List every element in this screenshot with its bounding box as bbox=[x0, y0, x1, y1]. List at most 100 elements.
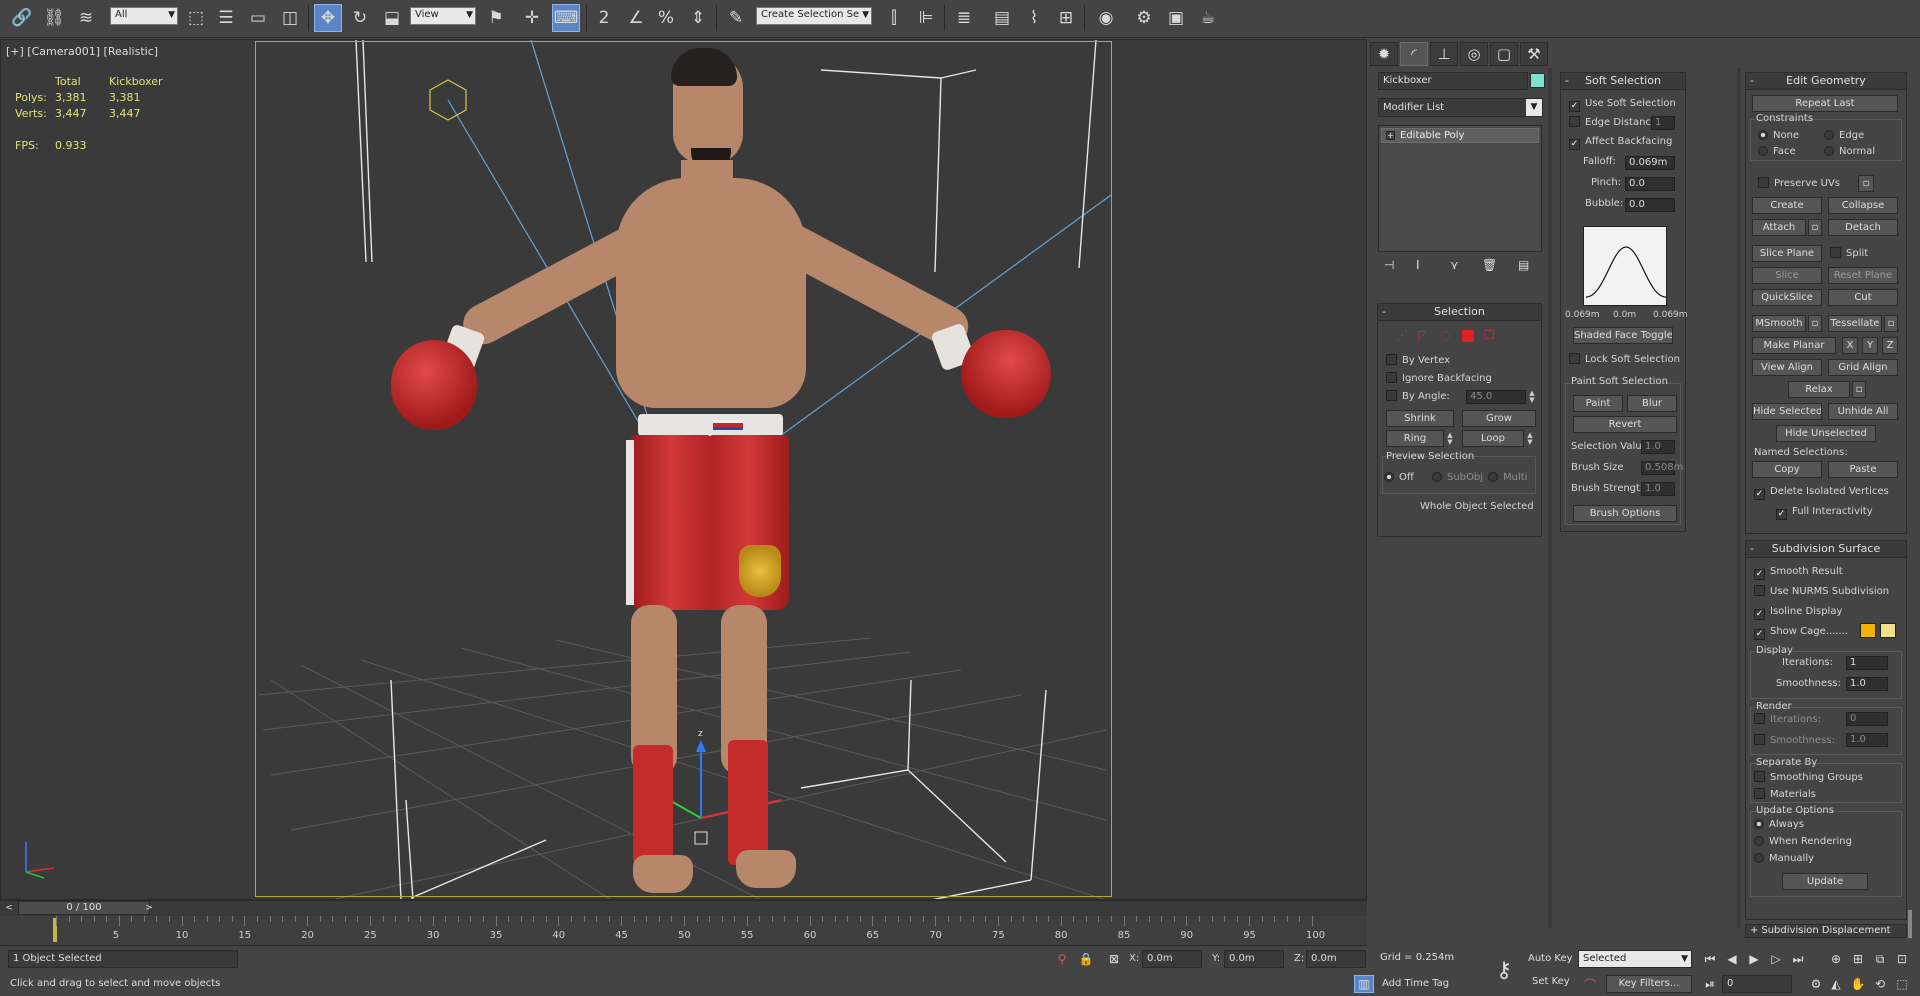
create-tab-icon[interactable]: ✹ bbox=[1370, 42, 1398, 66]
modifier-stack-list[interactable]: + Editable Poly bbox=[1378, 125, 1542, 252]
shaded-face-toggle-button[interactable]: Shaded Face Toggle bbox=[1573, 327, 1673, 344]
selection-rollout-header[interactable]: - Selection bbox=[1378, 304, 1541, 321]
key-mode-dropdown[interactable]: Selected ▼ bbox=[1578, 950, 1692, 968]
modifier-list-dropdown[interactable]: Modifier List ▼ bbox=[1378, 98, 1543, 117]
by-vertex-checkbox[interactable]: By Vertex bbox=[1386, 354, 1450, 367]
bubble-spinner[interactable]: 0.0 bbox=[1625, 198, 1675, 212]
ring-button[interactable]: Ring bbox=[1386, 430, 1444, 447]
zoom-all-icon[interactable]: ⊞ bbox=[1848, 950, 1868, 968]
relax-button[interactable]: Relax bbox=[1788, 381, 1850, 398]
bind-space-warp-icon[interactable]: ≋ bbox=[72, 4, 100, 32]
maximize-viewport-icon[interactable]: ⬚ bbox=[1892, 975, 1912, 993]
ignore-backfacing-checkbox[interactable]: Ignore Backfacing bbox=[1386, 372, 1492, 385]
modify-tab-icon[interactable]: ◜ bbox=[1400, 42, 1428, 66]
object-color-swatch[interactable] bbox=[1530, 73, 1545, 88]
unlink-icon[interactable]: ⛓ bbox=[40, 4, 68, 32]
display-smoothness-spinner[interactable]: 1.0 bbox=[1846, 677, 1888, 691]
update-manually-radio[interactable]: Manually bbox=[1754, 852, 1814, 865]
edge-level-icon[interactable]: ◸ bbox=[1418, 328, 1427, 342]
expand-icon[interactable]: + bbox=[1386, 131, 1395, 140]
lock-soft-selection-checkbox[interactable]: Lock Soft Selection bbox=[1569, 353, 1680, 366]
angle-snap-icon[interactable]: ∠ bbox=[622, 4, 650, 32]
update-always-radio[interactable]: Always bbox=[1754, 818, 1804, 831]
key-mode-toggle-icon[interactable]: ⏯ bbox=[1700, 975, 1720, 993]
curve-editor-icon[interactable]: ⌇ bbox=[1020, 4, 1048, 32]
msmooth-settings-icon[interactable]: ▫ bbox=[1808, 315, 1822, 332]
key-filters-button[interactable]: Key Filters... bbox=[1606, 975, 1692, 993]
paint-button[interactable]: Paint bbox=[1573, 395, 1623, 412]
display-iterations-spinner[interactable]: 1 bbox=[1846, 656, 1888, 670]
selection-filter-dropdown[interactable]: All ▼ bbox=[110, 7, 178, 25]
brush-options-button[interactable]: Brush Options bbox=[1573, 505, 1677, 522]
time-slider-thumb[interactable]: 0 / 100 bbox=[18, 901, 150, 915]
auto-key-button[interactable]: Auto Key bbox=[1528, 953, 1573, 964]
by-angle-checkbox[interactable]: By Angle: bbox=[1386, 390, 1450, 403]
render-production-icon[interactable]: ☕ bbox=[1194, 4, 1222, 32]
by-angle-spinner[interactable]: 45.0 bbox=[1466, 390, 1526, 404]
make-planar-button[interactable]: Make Planar bbox=[1752, 337, 1836, 354]
detach-button[interactable]: Detach bbox=[1828, 219, 1898, 236]
edge-distance-checkbox[interactable]: Edge Distance: bbox=[1569, 116, 1660, 129]
slice-plane-button[interactable]: Slice Plane bbox=[1752, 245, 1822, 262]
loop-spinner-icon[interactable]: ▲ ▼ bbox=[1526, 432, 1534, 446]
preserve-uvs-settings-icon[interactable]: ▫ bbox=[1858, 175, 1874, 192]
preview-subobj-radio[interactable]: SubObj bbox=[1432, 471, 1483, 484]
zoom-extents-icon[interactable]: ⧉ bbox=[1870, 950, 1890, 968]
paste-selection-button[interactable]: Paste bbox=[1828, 461, 1898, 478]
render-iterations-spinner[interactable]: 0 bbox=[1846, 712, 1888, 726]
use-nurms-checkbox[interactable]: Use NURMS Subdivision bbox=[1754, 585, 1889, 598]
layer-manager-icon[interactable]: ≣ bbox=[950, 4, 978, 32]
panel-scrollbar-2[interactable] bbox=[1737, 68, 1741, 928]
orbit-icon[interactable]: ⟲ bbox=[1870, 975, 1890, 993]
use-soft-selection-checkbox[interactable]: ✓ Use Soft Selection bbox=[1569, 97, 1676, 112]
field-of-view-icon[interactable]: ◭ bbox=[1826, 975, 1846, 993]
pin-stack-icon[interactable]: ⊣ bbox=[1384, 258, 1394, 272]
select-and-scale-icon[interactable]: ⬓ bbox=[378, 4, 406, 32]
window-crossing-icon[interactable]: ◫ bbox=[276, 4, 304, 32]
motion-tab-icon[interactable]: ◎ bbox=[1460, 42, 1488, 66]
set-key-mode-icon[interactable]: ⚷ bbox=[1484, 950, 1524, 992]
set-key-button[interactable]: Set Key bbox=[1532, 976, 1570, 987]
next-frame-icon[interactable]: ▷ bbox=[1766, 950, 1786, 968]
absolute-mode-icon[interactable]: ⊠ bbox=[1104, 950, 1124, 968]
hide-selected-button[interactable]: Hide Selected bbox=[1752, 403, 1822, 420]
utilities-tab-icon[interactable]: ⚒ bbox=[1520, 42, 1548, 66]
preserve-uvs-checkbox[interactable]: Preserve UVs bbox=[1758, 177, 1840, 190]
spinner-arrows-icon[interactable]: ▲ ▼ bbox=[1528, 390, 1536, 404]
spinner-snap-icon[interactable]: ⇕ bbox=[684, 4, 712, 32]
panel-scrollbar-1[interactable] bbox=[1548, 68, 1552, 928]
attach-button[interactable]: Attach bbox=[1752, 219, 1806, 236]
edit-geometry-rollout-header[interactable]: - Edit Geometry bbox=[1746, 73, 1906, 90]
named-selection-dropdown[interactable]: Create Selection Se ▼ bbox=[756, 7, 872, 25]
update-when-rendering-radio[interactable]: When Rendering bbox=[1754, 835, 1852, 848]
snaps-toggle-icon[interactable]: 2 bbox=[590, 4, 618, 32]
reference-coordinate-dropdown[interactable]: View ▼ bbox=[410, 7, 476, 25]
border-level-icon[interactable]: ◌ bbox=[1440, 328, 1450, 342]
subdivision-displacement-header[interactable]: + Subdivision Displacement bbox=[1746, 925, 1906, 938]
selection-value-spinner[interactable]: 1.0 bbox=[1641, 440, 1675, 454]
mirror-icon[interactable]: ⫿ bbox=[880, 4, 908, 32]
y-coord-field[interactable]: 0.0m bbox=[1224, 950, 1284, 968]
isolate-selection-icon[interactable]: ⚲ bbox=[1052, 950, 1072, 968]
constraint-face-radio[interactable]: Face bbox=[1758, 145, 1796, 158]
ribbon-icon[interactable]: ▤ bbox=[988, 4, 1016, 32]
zoom-extents-all-icon[interactable]: ⊡ bbox=[1892, 950, 1912, 968]
cage-color-swatch-2[interactable] bbox=[1880, 623, 1896, 638]
previous-frame-icon[interactable]: ◀ bbox=[1722, 950, 1742, 968]
next-frame-arrow-icon[interactable]: > bbox=[142, 901, 156, 915]
split-checkbox[interactable]: Split bbox=[1830, 247, 1868, 260]
isoline-display-checkbox[interactable]: ✓ Isoline Display bbox=[1754, 605, 1842, 620]
hierarchy-tab-icon[interactable]: ⊥ bbox=[1430, 42, 1458, 66]
configure-modifier-sets-icon[interactable]: ▤ bbox=[1518, 258, 1529, 272]
z-coord-field[interactable]: 0.0m bbox=[1306, 950, 1366, 968]
rendered-frame-window-icon[interactable]: ▣ bbox=[1162, 4, 1190, 32]
prev-frame-arrow-icon[interactable]: < bbox=[2, 901, 16, 915]
percent-snap-icon[interactable]: % bbox=[652, 4, 680, 32]
make-unique-icon[interactable]: ⋎ bbox=[1450, 258, 1459, 272]
go-to-end-icon[interactable]: ⏭ bbox=[1788, 950, 1808, 968]
unhide-all-button[interactable]: Unhide All bbox=[1828, 403, 1898, 420]
grid-align-button[interactable]: Grid Align bbox=[1828, 359, 1898, 376]
preview-off-radio[interactable]: Off bbox=[1384, 471, 1414, 484]
script-listener-icon[interactable]: ▥ bbox=[1354, 975, 1374, 993]
rectangular-selection-icon[interactable]: ▭ bbox=[244, 4, 272, 32]
